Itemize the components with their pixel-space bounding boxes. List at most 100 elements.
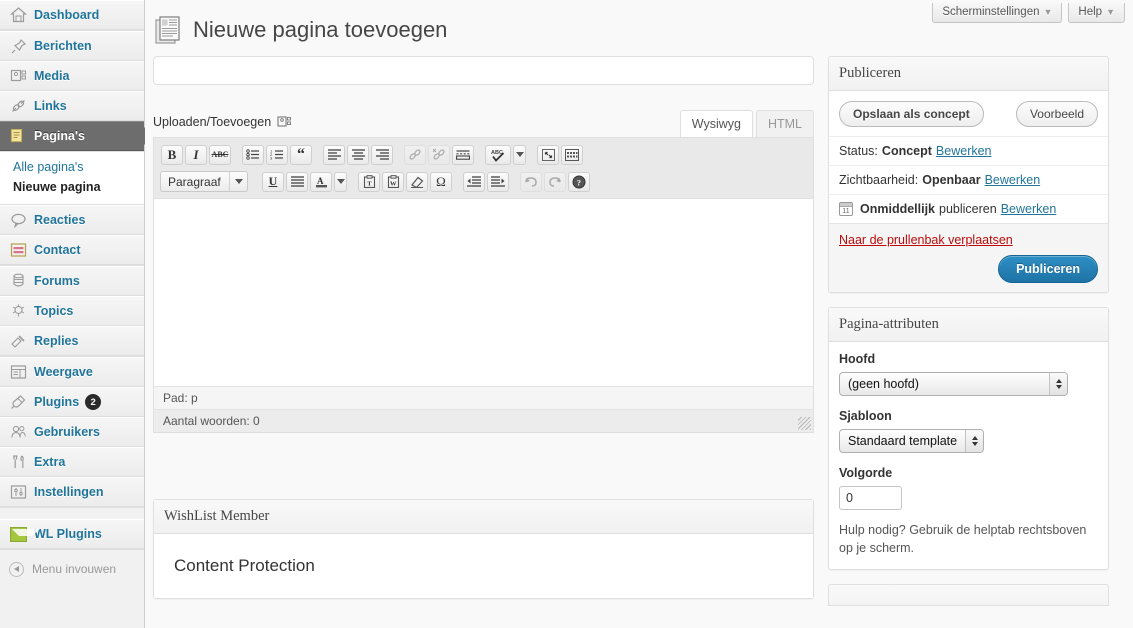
sidebar-item-label: Dashboard xyxy=(34,8,100,22)
strikethrough-icon[interactable]: ABC xyxy=(209,144,231,165)
unlink-icon[interactable] xyxy=(428,144,450,165)
status-edit-link[interactable]: Bewerken xyxy=(936,144,992,158)
contact-icon xyxy=(9,241,27,259)
admin-sidebar: Dashboard Berichten Media Links Pagina's… xyxy=(0,0,153,628)
fullscreen-icon[interactable] xyxy=(537,144,559,165)
italic-icon[interactable]: I xyxy=(185,144,207,165)
publish-button[interactable]: Publiceren xyxy=(998,255,1098,283)
text-color-icon[interactable]: A xyxy=(310,171,332,192)
tab-wysiwyg[interactable]: Wysiwyg xyxy=(679,109,753,137)
sidebar-item-plugins[interactable]: Plugins 2 xyxy=(0,387,144,417)
submenu-item-nieuwe-pagina[interactable]: Nieuwe pagina xyxy=(0,177,144,197)
select-arrows-icon xyxy=(1049,373,1067,395)
wishlist-member-metabox: WishList Member Content Protection xyxy=(153,499,814,599)
submenu-item-label: Nieuwe pagina xyxy=(13,180,101,194)
visibility-edit-link[interactable]: Bewerken xyxy=(985,173,1041,187)
align-right-icon[interactable] xyxy=(371,144,393,165)
format-select-value: Paragraaf xyxy=(168,174,221,189)
underline-icon[interactable]: U xyxy=(262,171,284,192)
text-color-dropdown-icon[interactable] xyxy=(334,171,347,192)
kitchen-sink-icon[interactable] xyxy=(561,144,583,165)
sidebar-item-label: Topics xyxy=(34,304,74,318)
sidebar-item-weergave[interactable]: Weergave xyxy=(0,357,144,387)
indent-icon[interactable] xyxy=(487,171,509,192)
screen-options-button[interactable]: Scherminstellingen ▼ xyxy=(932,3,1063,23)
sidebar-item-forums[interactable]: Forums xyxy=(0,266,144,296)
sidebar-item-berichten[interactable]: Berichten xyxy=(0,31,144,61)
menu-group-content: Berichten Media Links Pagina's xyxy=(0,31,153,152)
schedule-edit-link[interactable]: Bewerken xyxy=(1001,202,1057,216)
main-content: Scherminstellingen ▼ Help ▼ Nieuwe pagina … xyxy=(145,0,1133,628)
publish-footer: Naar de prullenbak verplaatsen Publicere… xyxy=(829,223,1108,292)
help-icon[interactable]: ? xyxy=(568,171,590,192)
more-tag-icon[interactable] xyxy=(452,144,474,165)
sidebar-item-media[interactable]: Media xyxy=(0,61,144,91)
menu-order-input[interactable] xyxy=(839,486,902,510)
sidebar-item-instellingen[interactable]: Instellingen xyxy=(0,477,144,507)
remove-formatting-icon[interactable] xyxy=(406,171,428,192)
undo-icon[interactable] xyxy=(520,171,542,192)
sidebar-item-extra[interactable]: Extra xyxy=(0,447,144,477)
align-justify-icon[interactable] xyxy=(286,171,308,192)
collapse-menu-button[interactable]: Menu invouwen xyxy=(0,554,144,584)
status-label: Status: xyxy=(839,144,878,158)
sidebar-item-reacties[interactable]: Reacties xyxy=(0,205,144,235)
tab-html[interactable]: HTML xyxy=(755,109,814,137)
editor-content-area[interactable] xyxy=(154,199,813,386)
unordered-list-icon[interactable] xyxy=(242,144,264,165)
redo-icon[interactable] xyxy=(544,171,566,192)
sidebar-item-label: WL Plugins xyxy=(34,527,102,541)
move-to-trash-link[interactable]: Naar de prullenbak verplaatsen xyxy=(839,233,1098,247)
bold-icon[interactable]: B xyxy=(161,144,183,165)
special-character-icon[interactable]: Ω xyxy=(430,171,452,192)
submenu-item-alle-paginas[interactable]: Alle pagina's xyxy=(0,157,144,177)
screen-meta-links: Scherminstellingen ▼ Help ▼ xyxy=(932,3,1125,23)
help-button[interactable]: Help ▼ xyxy=(1068,3,1125,23)
parent-select-value: (geen hoofd) xyxy=(848,377,919,391)
format-select[interactable]: Paragraaf xyxy=(160,171,248,192)
align-left-icon[interactable] xyxy=(323,144,345,165)
next-metabox-title xyxy=(829,585,1108,606)
sidebar-item-gebruikers[interactable]: Gebruikers xyxy=(0,417,144,447)
editor-resize-handle[interactable] xyxy=(798,417,811,430)
outdent-icon[interactable] xyxy=(463,171,485,192)
menu-group-wl: WL Plugins xyxy=(0,519,144,550)
align-center-icon[interactable] xyxy=(347,144,369,165)
sidebar-item-label: Extra xyxy=(34,455,66,469)
content-protection-heading: Content Protection xyxy=(174,556,315,575)
preview-button[interactable]: Voorbeeld xyxy=(1015,101,1098,127)
sidebar-item-dashboard[interactable]: Dashboard xyxy=(0,0,144,30)
sidebar-item-links[interactable]: Links xyxy=(0,91,144,121)
spellcheck-dropdown-icon[interactable] xyxy=(513,144,526,165)
sidebar-item-contact[interactable]: Contact xyxy=(0,235,144,265)
sidebar-item-paginas[interactable]: Pagina's xyxy=(0,121,153,151)
plugin-icon xyxy=(9,393,27,411)
upload-insert-button[interactable]: Uploaden/Toevoegen xyxy=(153,115,292,129)
link-icon xyxy=(9,97,27,115)
next-metabox-peek[interactable] xyxy=(828,584,1109,607)
post-title-input[interactable] xyxy=(153,56,814,85)
wishlist-member-header[interactable]: WishList Member xyxy=(154,500,813,534)
page-attributes-title[interactable]: Pagina-attributen xyxy=(829,308,1108,342)
parent-select[interactable]: (geen hoofd) xyxy=(839,372,1068,396)
ordered-list-icon[interactable]: 123 xyxy=(266,144,288,165)
publish-metabox: Publiceren Opslaan als concept Voorbeeld… xyxy=(828,56,1109,293)
insert-link-icon[interactable] xyxy=(404,144,426,165)
publish-actions-row: Opslaan als concept Voorbeeld xyxy=(829,91,1108,136)
page-attributes-body: Hoofd (geen hoofd) Sjabloon Standaard te… xyxy=(829,342,1108,569)
editor-path-status: Pad: p xyxy=(154,386,813,409)
paste-from-word-icon[interactable]: W xyxy=(382,171,404,192)
paste-as-text-icon[interactable]: T xyxy=(358,171,380,192)
sidebar-item-topics[interactable]: Topics xyxy=(0,296,144,326)
template-select[interactable]: Standaard template xyxy=(839,429,985,453)
save-draft-button[interactable]: Opslaan als concept xyxy=(839,101,984,127)
blockquote-icon[interactable]: “ xyxy=(290,144,312,165)
sidebar-item-label: Forums xyxy=(34,274,80,288)
sidebar-item-replies[interactable]: Replies xyxy=(0,326,144,356)
publish-metabox-title[interactable]: Publiceren xyxy=(829,57,1108,91)
spellcheck-icon[interactable]: ABC xyxy=(485,144,511,165)
sidebar-item-wl-plugins[interactable]: WL Plugins xyxy=(0,519,144,549)
add-media-icon[interactable] xyxy=(277,115,292,129)
template-select-value: Standaard template xyxy=(848,434,958,448)
tools-icon xyxy=(9,453,27,471)
